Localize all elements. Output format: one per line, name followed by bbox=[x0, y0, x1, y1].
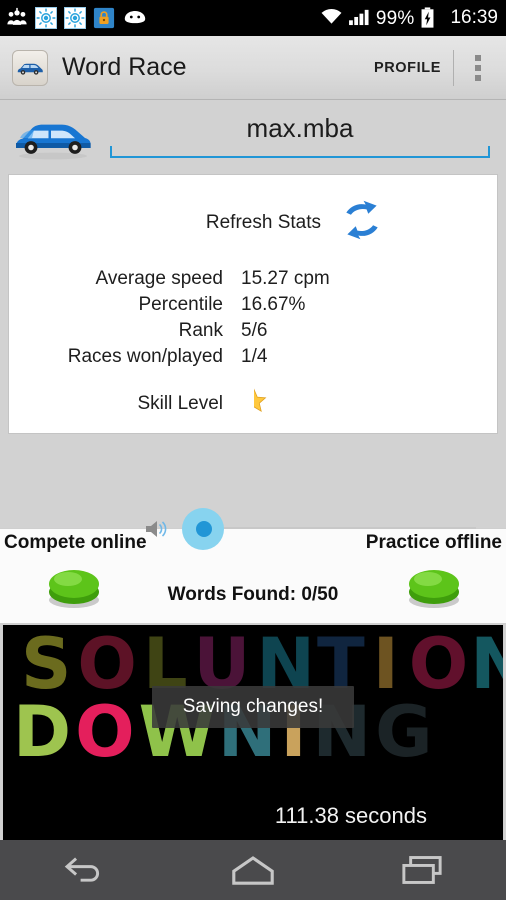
lock-icon bbox=[93, 7, 115, 29]
volume-slider[interactable] bbox=[182, 508, 498, 550]
game-letter[interactable]: G bbox=[375, 697, 432, 767]
game-letter[interactable]: I bbox=[373, 629, 399, 699]
people-icon bbox=[6, 7, 28, 29]
profile-action-button[interactable]: PROFILE bbox=[362, 60, 453, 76]
game-timer: 111.38 seconds bbox=[274, 803, 427, 828]
overflow-dot-1 bbox=[475, 54, 481, 61]
stat-label: Percentile bbox=[138, 294, 224, 315]
game-letter[interactable]: S bbox=[21, 629, 71, 699]
stat-value: 1/4 bbox=[241, 346, 268, 367]
stat-value: 5/6 bbox=[241, 320, 268, 341]
car-app-icon[interactable] bbox=[12, 49, 48, 86]
half-star-icon bbox=[241, 388, 267, 419]
overflow-dot-2 bbox=[475, 64, 481, 71]
overflow-menu-icon[interactable] bbox=[454, 36, 502, 100]
action-bar: Word Race PROFILE bbox=[0, 36, 506, 100]
stat-value: 16.67% bbox=[241, 294, 306, 315]
status-bar-notifications bbox=[6, 7, 146, 29]
volume-slider-thumb[interactable] bbox=[196, 521, 212, 537]
status-bar: 99% 16:39 bbox=[0, 0, 506, 36]
page-title: Word Race bbox=[62, 53, 187, 81]
refresh-icon-wrap[interactable] bbox=[339, 197, 399, 248]
username-input[interactable]: max.mba bbox=[110, 114, 490, 148]
stat-label: Average speed bbox=[95, 268, 223, 289]
refresh-stats-row[interactable]: Refresh Stats bbox=[9, 191, 497, 266]
game-board[interactable]: S O L U N T I O N D O W N I N G 111.38 s… bbox=[2, 624, 504, 844]
skill-level-row: Skill Level bbox=[9, 370, 497, 419]
wifi-icon bbox=[320, 7, 342, 29]
recents-icon[interactable] bbox=[367, 840, 477, 900]
compete-online-label: Compete online bbox=[4, 532, 147, 553]
table-row: Races won/played 1/4 bbox=[9, 344, 497, 370]
battery-charging-icon bbox=[420, 7, 442, 29]
username-field-wrap[interactable]: max.mba bbox=[110, 114, 490, 160]
table-row: Percentile 16.67% bbox=[9, 292, 497, 318]
profile-row: max.mba bbox=[0, 100, 506, 174]
toast-message: Saving changes! bbox=[182, 696, 324, 717]
refresh-stats-label: Refresh Stats bbox=[205, 211, 321, 233]
words-found-label: Words Found: 0/50 bbox=[167, 584, 339, 605]
back-icon[interactable] bbox=[29, 840, 139, 900]
stats-list: Average speed 15.27 cpm Percentile 16.67… bbox=[9, 266, 497, 370]
toast-notification: Saving changes! bbox=[152, 686, 354, 728]
stat-label: Rank bbox=[178, 320, 223, 341]
blue-car-image bbox=[10, 114, 96, 160]
home-icon[interactable] bbox=[198, 840, 308, 900]
game-letter[interactable]: O bbox=[77, 629, 137, 699]
settings-sync-icon bbox=[35, 7, 57, 29]
stat-value: 15.27 cpm bbox=[241, 268, 330, 289]
cellular-signal-icon bbox=[348, 7, 370, 29]
overflow-dot-3 bbox=[475, 74, 481, 81]
android-head-icon bbox=[122, 7, 146, 29]
battery-percent-label: 99% bbox=[375, 7, 415, 29]
game-letter[interactable]: O bbox=[75, 697, 135, 767]
skill-level-label: Skill Level bbox=[137, 392, 223, 414]
speaker-volume-icon[interactable] bbox=[144, 517, 174, 546]
app-screen: 99% 16:39 Word Race PROFILE max.mba Refr… bbox=[0, 0, 506, 900]
stat-label: Races won/played bbox=[67, 346, 223, 367]
table-row: Rank 5/6 bbox=[9, 318, 497, 344]
volume-slider-track[interactable] bbox=[206, 527, 476, 529]
android-navigation-bar bbox=[0, 840, 506, 900]
game-letter[interactable]: O bbox=[409, 629, 469, 699]
status-bar-system: 99% 16:39 bbox=[320, 7, 498, 29]
settings-sync-icon-2 bbox=[64, 7, 86, 29]
stats-card: Refresh Stats Average speed 15.27 cpm Pe… bbox=[8, 174, 498, 434]
status-bar-clock: 16:39 bbox=[450, 7, 498, 28]
table-row: Average speed 15.27 cpm bbox=[9, 266, 497, 292]
game-letter[interactable]: D bbox=[13, 697, 71, 767]
game-letter[interactable]: N bbox=[470, 629, 503, 699]
refresh-icon[interactable] bbox=[339, 197, 385, 248]
username-underline bbox=[110, 145, 490, 158]
